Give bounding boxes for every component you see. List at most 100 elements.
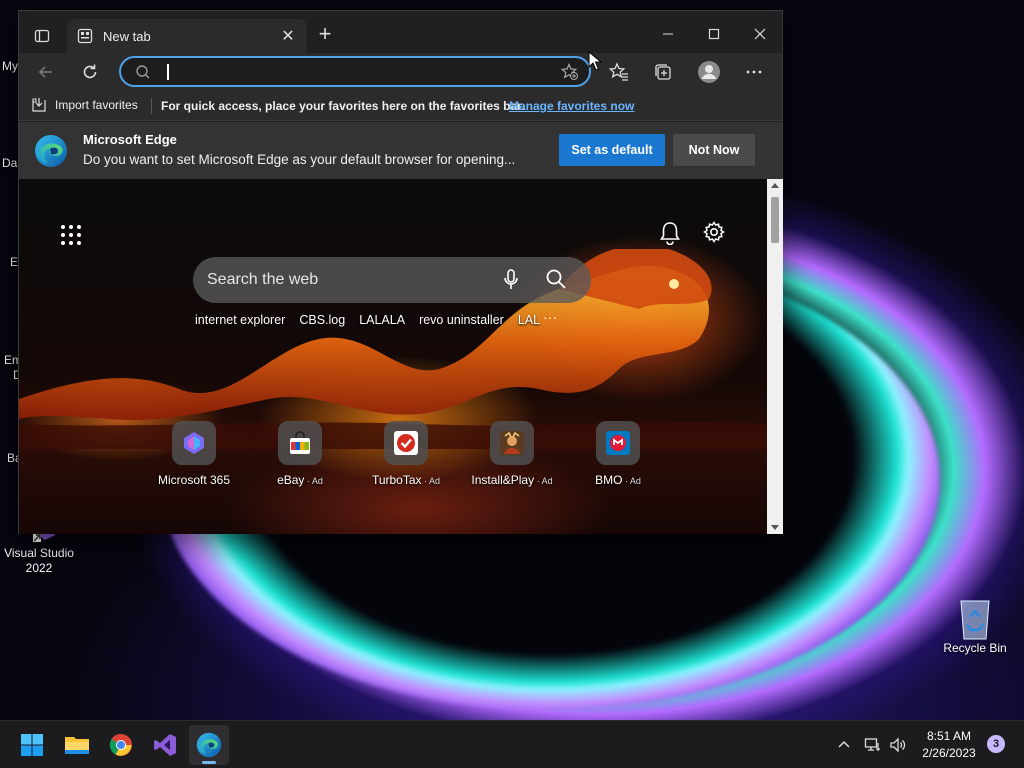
quick-link-tile[interactable]: BMO · Ad	[563, 421, 673, 487]
ebay-bag-icon	[278, 421, 322, 465]
edge-browser-window[interactable]: New tab ✕ + Import favorites For quick a…	[18, 10, 783, 534]
new-tab-button[interactable]: +	[313, 23, 337, 47]
address-bar[interactable]	[119, 56, 591, 87]
search-submit-icon[interactable]	[545, 268, 567, 290]
tile-label: eBay	[277, 473, 305, 487]
tile-label: Microsoft 365	[157, 473, 231, 487]
notifications-bell-icon[interactable]	[659, 221, 681, 245]
tab-title: New tab	[103, 28, 151, 44]
tab-actions-menu[interactable]	[27, 23, 57, 49]
voice-search-microphone-icon[interactable]	[503, 269, 519, 291]
tab-close-icon[interactable]: ✕	[279, 26, 297, 46]
edge-icon	[196, 732, 222, 758]
avatar-icon	[698, 61, 720, 83]
back-arrow-icon	[38, 66, 52, 78]
quick-links-tiles: Microsoft 365 eBay · Ad TurboTax · Ad In…	[139, 421, 659, 491]
not-now-button[interactable]: Not Now	[673, 134, 755, 166]
collections-button[interactable]	[648, 57, 678, 87]
web-search-input[interactable]	[207, 268, 487, 292]
desktop-icon-label-partial[interactable]: My	[2, 59, 18, 73]
refresh-icon	[83, 64, 97, 79]
desktop-icon-label-partial[interactable]: E	[10, 255, 18, 269]
ad-tag: · Ad	[421, 476, 441, 486]
title-bar[interactable]: New tab ✕ +	[19, 11, 782, 53]
manage-favorites-link[interactable]: Manage favorites now	[509, 99, 634, 113]
recent-searches: internet explorer CBS.log LALALA revo un…	[195, 313, 540, 327]
set-as-default-button[interactable]: Set as default	[559, 134, 665, 166]
more-horizontal-icon	[746, 70, 762, 74]
maximize-button[interactable]	[691, 19, 737, 49]
bmo-logo-icon	[596, 421, 640, 465]
minimize-icon	[663, 33, 673, 35]
import-favorites-label: Import favorites	[55, 98, 138, 112]
quick-link-tile[interactable]: Install&Play · Ad	[457, 421, 567, 487]
recent-search-link[interactable]: LAL	[518, 313, 540, 327]
clock-time: 8:51 AM	[926, 729, 972, 743]
tile-label: Install&Play	[471, 473, 535, 487]
new-tab-page: internet explorer CBS.log LALALA revo un…	[19, 179, 767, 534]
back-button[interactable]	[31, 57, 61, 87]
scroll-up-arrow-icon[interactable]	[771, 183, 779, 188]
running-indicator	[202, 761, 216, 764]
desktop-icon-label-partial[interactable]: Da	[2, 156, 17, 170]
close-icon	[754, 28, 766, 40]
app-launcher-icon[interactable]	[59, 223, 83, 247]
search-icon	[136, 65, 150, 79]
recent-search-link[interactable]: CBS.log	[299, 313, 345, 327]
system-clock[interactable]: 8:51 AM 2/26/2023	[914, 728, 984, 762]
desktop-icon-label: Recycle Bin	[943, 641, 1007, 655]
web-search-box[interactable]	[193, 257, 591, 303]
start-button[interactable]	[12, 725, 52, 765]
desktop-icon-label: Visual Studio 2022	[4, 546, 74, 575]
address-input[interactable]	[171, 61, 551, 83]
collections-icon	[655, 64, 671, 80]
notification-count-badge[interactable]: 3	[987, 735, 1005, 753]
visual-studio-icon	[154, 734, 176, 756]
import-favorites-button[interactable]: Import favorites	[31, 97, 138, 113]
page-settings-gear-icon[interactable]	[703, 221, 725, 243]
text-caret	[167, 64, 169, 80]
network-status[interactable]	[864, 721, 882, 768]
taskbar-visual-studio[interactable]	[145, 725, 185, 765]
recent-search-link[interactable]: revo uninstaller	[419, 313, 504, 327]
edge-logo-icon	[35, 135, 67, 167]
page-scrollbar[interactable]	[767, 179, 783, 534]
ad-tag: · Ad	[534, 476, 553, 486]
favorites-icon	[609, 62, 628, 81]
quick-link-tile[interactable]: Microsoft 365	[139, 421, 249, 487]
new-tab-page-icon	[77, 28, 93, 44]
add-favorite-icon[interactable]	[561, 63, 579, 81]
tab-new-tab[interactable]: New tab ✕	[67, 19, 307, 53]
favorites-bar-divider	[151, 98, 152, 114]
tab-actions-icon	[34, 29, 50, 43]
default-browser-banner: Microsoft Edge Do you want to set Micros…	[19, 122, 782, 179]
scrollbar-thumb[interactable]	[771, 197, 779, 243]
settings-and-more-button[interactable]	[739, 57, 769, 87]
scroll-down-arrow-icon[interactable]	[771, 525, 779, 530]
quick-link-tile[interactable]: eBay · Ad	[245, 421, 355, 487]
close-button[interactable]	[737, 19, 783, 49]
mouse-pointer-icon	[588, 51, 602, 71]
refresh-button[interactable]	[75, 57, 105, 87]
volume-control[interactable]	[889, 721, 907, 768]
minimize-button[interactable]	[645, 19, 691, 49]
taskbar-file-explorer[interactable]	[57, 725, 97, 765]
quick-link-tile[interactable]: TurboTax · Ad	[351, 421, 461, 487]
more-recent-searches-button[interactable]: ···	[543, 309, 557, 325]
import-icon	[32, 98, 46, 112]
taskbar-chrome[interactable]	[101, 725, 141, 765]
taskbar-edge[interactable]	[189, 725, 229, 765]
show-hidden-icons-button[interactable]	[836, 721, 852, 768]
recent-search-link[interactable]: LALALA	[359, 313, 405, 327]
recent-search-link[interactable]: internet explorer	[195, 313, 285, 327]
banner-message: Do you want to set Microsoft Edge as you…	[83, 152, 516, 167]
desktop-icon-recycle-bin[interactable]: Recycle Bin	[938, 597, 1012, 656]
speaker-volume-icon	[890, 737, 906, 753]
microsoft-365-icon	[172, 421, 216, 465]
banner-title: Microsoft Edge	[83, 132, 177, 147]
favorites-button[interactable]	[604, 57, 634, 87]
profile-button[interactable]	[694, 57, 724, 87]
recycle-bin-icon	[955, 597, 995, 640]
tile-label: TurboTax	[371, 473, 422, 487]
tile-label: BMO	[595, 473, 623, 487]
